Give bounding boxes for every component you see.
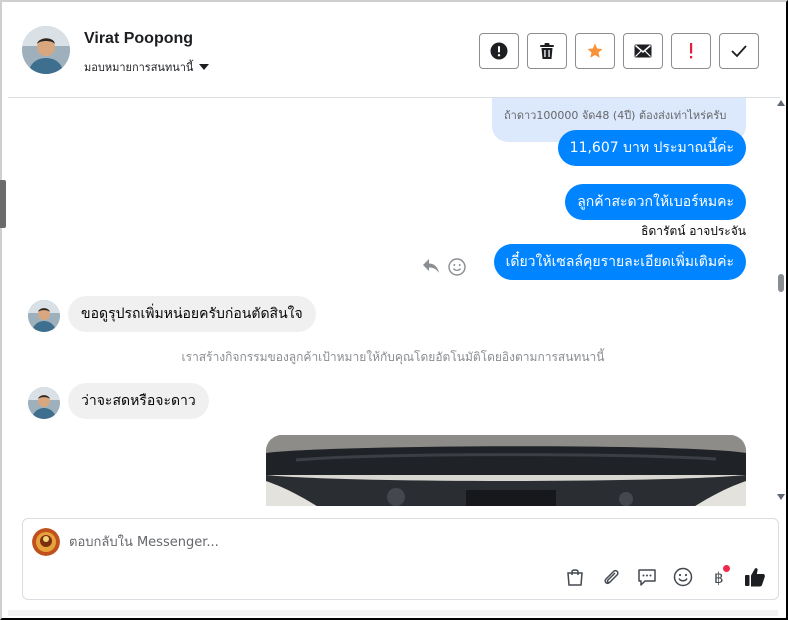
- emoji-icon[interactable]: [671, 565, 694, 588]
- mark-unread-button[interactable]: [623, 33, 663, 69]
- window-bottom-border: [8, 610, 778, 616]
- incoming-message[interactable]: ขอดูรุปรถเพิ่มหน่อยครับก่อนตัดสินใจ: [68, 296, 316, 332]
- contact-avatar[interactable]: [22, 26, 70, 74]
- resize-handle[interactable]: [0, 180, 6, 228]
- thumbs-up-icon[interactable]: [743, 565, 766, 588]
- paperclip-icon[interactable]: [599, 565, 622, 588]
- outgoing-message[interactable]: 11,607 บาท ประมาณนี้ค่ะ: [557, 130, 746, 166]
- star-button[interactable]: [575, 33, 615, 69]
- conversation-actions: [479, 33, 759, 69]
- delete-button[interactable]: [527, 33, 567, 69]
- incoming-message[interactable]: ว่าจะสดหรือจะดาว: [68, 383, 209, 419]
- reply-input[interactable]: [69, 531, 749, 553]
- composer-toolbar: ฿: [563, 565, 766, 588]
- mark-done-button[interactable]: [719, 33, 759, 69]
- assign-conversation-dropdown[interactable]: มอบหมายการสนทนานี้: [84, 58, 210, 76]
- message-hover-actions: [422, 258, 466, 276]
- reply-icon[interactable]: [422, 258, 440, 274]
- page-avatar: [32, 528, 60, 556]
- star-icon: [587, 43, 603, 58]
- follow-up-button[interactable]: [671, 33, 711, 69]
- shopping-bag-icon[interactable]: [563, 565, 586, 588]
- trash-icon: [540, 43, 554, 59]
- scroll-down-arrow-icon[interactable]: [777, 494, 785, 500]
- scroll-up-arrow-icon[interactable]: [777, 100, 785, 106]
- alert-circle-icon: [490, 42, 508, 60]
- notification-dot: [723, 565, 730, 572]
- contact-name[interactable]: Virat Poopong: [84, 30, 193, 48]
- message-thread[interactable]: ถ้าดาว100000 จัด48 (4ปี) ต้องส่งเท่าไหร่…: [10, 98, 776, 506]
- react-emoji-icon[interactable]: [448, 258, 466, 276]
- svg-text:฿: ฿: [714, 569, 724, 587]
- contact-avatar-small: [28, 387, 60, 419]
- reply-composer: ฿: [22, 518, 779, 600]
- assign-label: มอบหมายการสนทนานี้: [84, 61, 194, 74]
- thread-scrollbar[interactable]: [776, 98, 786, 506]
- envelope-icon: [634, 44, 652, 58]
- saved-replies-icon[interactable]: [635, 565, 658, 588]
- outgoing-message[interactable]: ลูกค้าสะดวกให้เบอร์หมคะ: [565, 184, 746, 220]
- mark-spam-button[interactable]: [479, 33, 519, 69]
- conversation-header: Virat Poopong มอบหมายการสนทนานี้: [8, 4, 780, 98]
- contact-avatar-small: [28, 300, 60, 332]
- exclamation-icon: [690, 43, 693, 59]
- caret-down-icon: [199, 64, 210, 70]
- check-icon: [731, 45, 747, 57]
- baht-payment-icon[interactable]: ฿: [707, 565, 730, 588]
- sent-photo-engine-bay[interactable]: [266, 435, 746, 506]
- system-notice: เราสร้างกิจกรรมของลูกค้าเป้าหมายให้กับคุ…: [181, 350, 605, 364]
- outgoing-message[interactable]: เดี๋ยวให้เซลล์คุยรายละเอียดเพิ่มเติมค่ะ: [493, 244, 746, 280]
- sender-name: ธิดารัตน์ อาจประจัน: [641, 224, 746, 238]
- scrollbar-thumb[interactable]: [778, 274, 784, 292]
